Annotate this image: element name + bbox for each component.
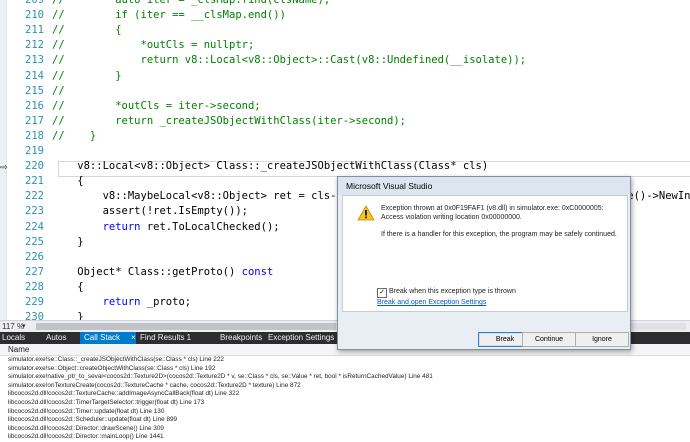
exception-dialog: Microsoft Visual Studio Exception thrown… xyxy=(337,176,631,350)
dialog-titlebar[interactable]: Microsoft Visual Studio xyxy=(338,177,630,195)
call-stack-row[interactable]: libcocos2d.dll!cocos2d::Director::drawSc… xyxy=(8,425,164,433)
call-stack-row[interactable]: simulator.exe!se::Class::_createJSObject… xyxy=(8,356,224,364)
code-text: // { xyxy=(52,24,122,37)
line-number: 220 xyxy=(25,160,44,173)
code-text: { xyxy=(52,175,84,188)
tab-exception-settings-label: Exception Settings xyxy=(268,333,335,342)
line-number: 229 xyxy=(25,296,44,308)
line-number: 228 xyxy=(25,280,44,293)
code-text: // auto iter = _clsMap.find(clsName); xyxy=(52,0,331,6)
tab-exception-settings[interactable]: Exception Settings xyxy=(264,332,344,344)
editor-margin xyxy=(0,0,7,320)
call-stack-row[interactable]: libcocos2d.dll!cocos2d::Director::mainLo… xyxy=(8,433,164,441)
exception-hint: If there is a handler for this exception… xyxy=(381,231,617,238)
horizontal-scrollbar-thumb[interactable] xyxy=(36,323,336,330)
tab-breakpoints[interactable]: Breakpoints xyxy=(218,332,268,344)
code-text: // return _createJSObjectWithClass(iter-… xyxy=(52,114,407,127)
code-text: { xyxy=(52,280,84,293)
warning-icon xyxy=(357,205,375,221)
call-stack-row[interactable]: libcocos2d.dll!cocos2d::TextureCache::ad… xyxy=(8,390,239,398)
code-text: Object* Class::getProto() const xyxy=(52,265,274,278)
code-text: } xyxy=(52,235,84,248)
line-number: 212 xyxy=(25,39,44,52)
line-number: 214 xyxy=(25,69,44,82)
zoom-level[interactable]: 117 % xyxy=(2,321,24,332)
call-stack-row[interactable]: libcocos2d.dll!cocos2d::Timer::update(fl… xyxy=(8,408,164,416)
call-stack-row[interactable]: simulator.exe!onTextureCreate(cocos2d::T… xyxy=(8,382,301,390)
break-on-exception-checkbox[interactable]: ✓ xyxy=(377,288,387,298)
exception-settings-link[interactable]: Break and open Exception Settings xyxy=(377,298,486,308)
call-stack-panel: Name simulator.exe!se::Class::_createJSO… xyxy=(0,344,690,440)
execution-pointer-icon: ⇨ xyxy=(0,163,8,173)
close-tab-icon[interactable]: × xyxy=(131,332,136,344)
code-text: return ret.ToLocalChecked(); xyxy=(102,220,280,233)
code-text: } xyxy=(52,311,84,320)
tab-call-stack[interactable]: Call Stack xyxy=(80,332,136,344)
tab-call-stack-label: Call Stack xyxy=(84,333,121,342)
code-text: // *outCls = iter->second; xyxy=(52,99,261,112)
continue-button[interactable]: Continue xyxy=(522,332,576,347)
column-header-name[interactable]: Name xyxy=(8,344,29,355)
line-number: 219 xyxy=(25,145,44,157)
code-text: v8::Local<v8::Object> Class::_createJSOb… xyxy=(52,160,489,173)
tab-find-results-label: Find Results 1 xyxy=(140,333,192,342)
code-text: return _proto; xyxy=(102,296,192,308)
line-number: 218 xyxy=(25,129,44,142)
dialog-body: Exception thrown at 0x0F19FAF1 (v8.dll) … xyxy=(342,195,628,312)
line-number: 211 xyxy=(25,24,44,37)
tab-autos[interactable]: Autos xyxy=(44,332,78,344)
tab-find-results[interactable]: Find Results 1 xyxy=(138,332,204,344)
line-number: 226 xyxy=(25,250,44,263)
zoom-dropdown-icon[interactable]: ▾ xyxy=(22,321,26,332)
line-number: 227 xyxy=(25,265,44,278)
line-number: 223 xyxy=(25,205,44,218)
tab-locals-label: Locals xyxy=(2,333,26,342)
line-number: 230 xyxy=(25,311,44,320)
code-text: // if (iter == __clsMap.end()) xyxy=(52,9,286,22)
tab-autos-label: Autos xyxy=(46,333,67,342)
tab-breakpoints-label: Breakpoints xyxy=(220,333,263,342)
line-number: 216 xyxy=(25,99,44,112)
line-number: 225 xyxy=(25,235,44,248)
code-text: // } xyxy=(52,129,97,142)
break-on-exception-label[interactable]: Break when this exception type is thrown xyxy=(389,287,516,297)
ignore-button[interactable]: Ignore xyxy=(575,332,629,347)
line-number: 213 xyxy=(25,54,44,67)
code-text: // } xyxy=(52,69,122,82)
code-text: // *outCls = nullptr; xyxy=(52,39,255,52)
exception-message: Exception thrown at 0x0F19FAF1 (v8.dll) … xyxy=(381,205,604,221)
line-number: 215 xyxy=(25,84,44,97)
line-number: 210 xyxy=(25,9,44,22)
code-text: // return v8::Local<v8::Object>::Cast(v8… xyxy=(52,54,527,67)
line-number: 209 xyxy=(25,0,44,6)
call-stack-row[interactable]: libcocos2d.dll!cocos2d::Scheduler::updat… xyxy=(8,416,177,424)
code-text: // xyxy=(52,84,65,97)
tab-locals[interactable]: Locals xyxy=(0,332,40,344)
line-number: 222 xyxy=(25,190,44,203)
line-number: 224 xyxy=(25,220,44,233)
dialog-title: Microsoft Visual Studio xyxy=(346,181,433,191)
call-stack-row[interactable]: simulator.exe!native_ptr_to_seval<cocos2… xyxy=(8,373,433,381)
code-text: assert(!ret.IsEmpty()); xyxy=(52,205,248,218)
call-stack-row[interactable]: simulator.exe!se::Object::createObjectWi… xyxy=(8,365,215,373)
line-number: 221 xyxy=(25,175,44,188)
call-stack-row[interactable]: libcocos2d.dll!cocos2d::TimerTargetSelec… xyxy=(8,399,204,407)
line-number: 217 xyxy=(25,114,44,127)
